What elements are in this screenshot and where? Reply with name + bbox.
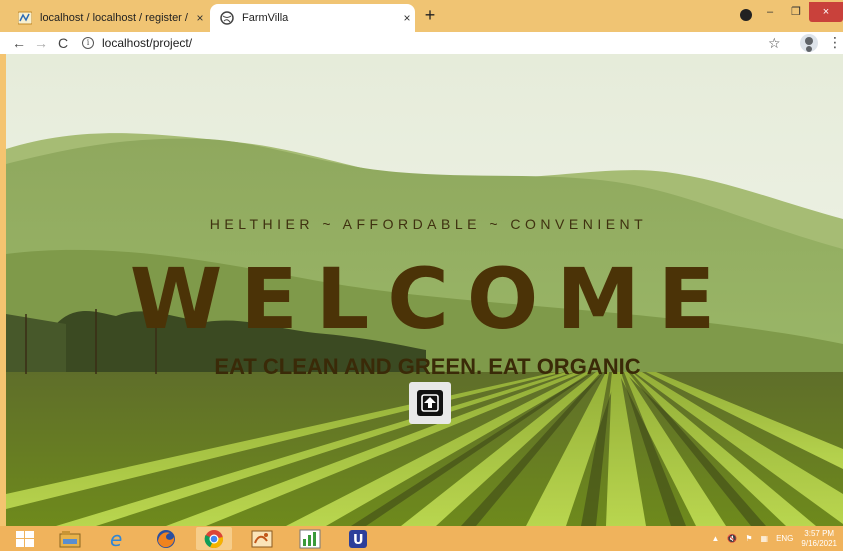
clock-date: 9/16/2021 xyxy=(801,538,837,548)
hero-heading: WELCOME xyxy=(129,250,734,348)
back-arrow-icon[interactable]: ← xyxy=(8,35,30,51)
scroll-to-top-button[interactable] xyxy=(409,382,451,424)
windows-start-icon[interactable] xyxy=(10,527,40,550)
phpmyadmin-icon xyxy=(18,11,32,25)
window-controls: – ❐ × xyxy=(757,0,843,24)
globe-icon xyxy=(220,11,234,25)
new-tab-button[interactable]: + xyxy=(420,5,440,26)
hero-subheading: EAT CLEAN AND GREEN. EAT ORGANIC xyxy=(214,354,641,379)
tab-title: localhost / localhost / register / ... xyxy=(40,12,192,24)
clock-time: 3:57 PM xyxy=(804,528,835,538)
incognito-icon[interactable] xyxy=(740,9,752,21)
network-icon[interactable]: ▦ xyxy=(761,534,769,543)
tab-strip: localhost / localhost / register / ... ×… xyxy=(0,0,843,32)
browser-toolbar: ← → C i localhost/project/ ☆ ⋮ xyxy=(0,32,843,54)
bookmark-star-icon[interactable]: ☆ xyxy=(768,35,781,52)
profile-avatar-icon[interactable] xyxy=(800,34,818,52)
menu-kebab-icon[interactable]: ⋮ xyxy=(828,34,842,51)
chrome-icon[interactable] xyxy=(196,527,232,550)
clock[interactable]: 3:57 PM 9/16/2021 xyxy=(801,529,837,549)
system-tray: ▲ 🔇 ⚑ ▦ ENG 3:57 PM 9/16/2021 xyxy=(711,526,837,551)
volume-icon[interactable]: 🔇 xyxy=(727,534,737,543)
uplay-icon[interactable]: U xyxy=(340,527,376,550)
flag-icon[interactable]: ⚑ xyxy=(745,534,752,543)
internet-explorer-icon[interactable]: e xyxy=(100,527,136,550)
minimize-button[interactable]: – xyxy=(757,2,783,22)
xampp-icon[interactable] xyxy=(244,527,280,550)
url-text[interactable]: localhost/project/ xyxy=(102,36,192,50)
forward-arrow-icon[interactable]: → xyxy=(30,35,52,51)
maximize-button[interactable]: ❐ xyxy=(783,2,809,22)
svg-text:U: U xyxy=(353,533,364,548)
svg-text:e: e xyxy=(110,529,122,549)
tab-title: FarmVilla xyxy=(242,12,289,24)
arrow-up-icon xyxy=(417,390,443,416)
tray-expand-icon[interactable]: ▲ xyxy=(711,534,719,543)
tab-phpmyadmin[interactable]: localhost / localhost / register / ... × xyxy=(18,4,208,32)
hero-tagline: HELTHIER ~ AFFORDABLE ~ CONVENIENT xyxy=(209,216,648,232)
address-bar[interactable]: i localhost/project/ xyxy=(82,33,822,53)
close-tab-icon[interactable]: × xyxy=(399,11,415,25)
language-indicator[interactable]: ENG xyxy=(776,534,793,543)
file-explorer-icon[interactable] xyxy=(52,527,88,550)
info-icon[interactable]: i xyxy=(82,37,94,49)
windows-taskbar: e U ▲ 🔇 ⚑ ▦ ENG 3:57 PM 9/16/2021 xyxy=(0,526,843,551)
reload-icon[interactable]: C xyxy=(52,35,74,51)
close-tab-icon[interactable]: × xyxy=(192,11,208,25)
close-window-button[interactable]: × xyxy=(809,2,843,22)
tab-farmvilla[interactable]: FarmVilla × xyxy=(210,4,415,32)
hero-section: HELTHIER ~ AFFORDABLE ~ CONVENIENT WELCO… xyxy=(6,54,843,526)
chart-app-icon[interactable] xyxy=(292,527,328,550)
firefox-icon[interactable] xyxy=(148,527,184,550)
